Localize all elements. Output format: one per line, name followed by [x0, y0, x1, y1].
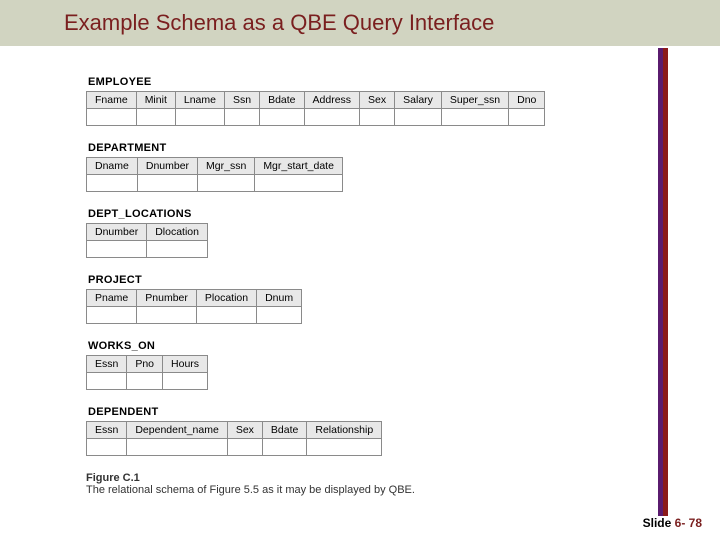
- figure-caption: The relational schema of Figure 5.5 as i…: [86, 484, 660, 496]
- schema-column-header: Lname: [175, 92, 224, 109]
- schema-empty-cell: [87, 175, 138, 192]
- schema-empty-cell: [196, 307, 256, 324]
- schema-empty-cell: [441, 109, 508, 126]
- schema-column-header: Essn: [87, 422, 127, 439]
- slide-title-bar: Example Schema as a QBE Query Interface: [0, 0, 720, 48]
- schema-table-skeleton: EssnDependent_nameSexBdateRelationship: [86, 421, 382, 456]
- schema-empty-cell: [307, 439, 382, 456]
- schema-column-header: Dnum: [257, 290, 302, 307]
- schema-column-header: Hours: [163, 356, 208, 373]
- schema-empty-cell: [257, 307, 302, 324]
- schema-empty-cell: [127, 373, 163, 390]
- schema-table-skeleton: EssnPnoHours: [86, 355, 208, 390]
- schema-empty-cell: [198, 175, 255, 192]
- schema-table-skeleton: DnumberDlocation: [86, 223, 208, 258]
- schema-empty-cell: [262, 439, 306, 456]
- schema-column-header: Dno: [509, 92, 545, 109]
- schema-column-header: Dnumber: [137, 158, 197, 175]
- slide-footer: Slide 6- 78: [643, 516, 702, 530]
- schema-column-header: Sex: [227, 422, 262, 439]
- schema-empty-cell: [255, 175, 343, 192]
- schema-table-name: PROJECT: [88, 274, 660, 286]
- schema-table: PROJECT PnamePnumberPlocationDnum: [86, 274, 660, 324]
- schema-empty-cell: [175, 109, 224, 126]
- schema-empty-cell: [395, 109, 442, 126]
- schema-table-skeleton: FnameMinitLnameSsnBdateAddressSexSalaryS…: [86, 91, 545, 126]
- schema-table-skeleton: DnameDnumberMgr_ssnMgr_start_date: [86, 157, 343, 192]
- schema-column-header: Minit: [136, 92, 175, 109]
- schema-table: DEPT_LOCATIONS DnumberDlocation: [86, 208, 660, 258]
- schema-empty-cell: [87, 241, 147, 258]
- schema-empty-cell: [127, 439, 227, 456]
- schema-empty-cell: [260, 109, 304, 126]
- schema-column-header: Dname: [87, 158, 138, 175]
- schema-column-header: Address: [304, 92, 360, 109]
- schema-table-name: DEPENDENT: [88, 406, 660, 418]
- schema-empty-cell: [87, 307, 137, 324]
- slide-title: Example Schema as a QBE Query Interface: [64, 10, 494, 35]
- schema-column-header: Pnumber: [137, 290, 197, 307]
- schema-tables: EMPLOYEEFnameMinitLnameSsnBdateAddressSe…: [86, 76, 660, 456]
- schema-empty-cell: [224, 109, 259, 126]
- schema-column-header: Bdate: [260, 92, 304, 109]
- schema-column-header: Dnumber: [87, 224, 147, 241]
- schema-empty-cell: [509, 109, 545, 126]
- footer-page-number: 6- 78: [675, 516, 702, 530]
- schema-column-header: Dependent_name: [127, 422, 227, 439]
- schema-empty-cell: [87, 439, 127, 456]
- side-stripe: [658, 48, 668, 516]
- schema-table: WORKS_ON EssnPnoHours: [86, 340, 660, 390]
- schema-empty-cell: [360, 109, 395, 126]
- schema-column-header: Mgr_start_date: [255, 158, 343, 175]
- schema-column-header: Ssn: [224, 92, 259, 109]
- schema-table-name: WORKS_ON: [88, 340, 660, 352]
- schema-table: DEPARTMENT DnameDnumberMgr_ssnMgr_start_d…: [86, 142, 660, 192]
- schema-column-header: Pno: [127, 356, 163, 373]
- figure-label: Figure C.1: [86, 472, 660, 484]
- schema-table: EMPLOYEE FnameMinitLnameSsnBdateAddressSe…: [86, 76, 660, 126]
- schema-empty-cell: [137, 175, 197, 192]
- schema-empty-cell: [137, 307, 197, 324]
- schema-table-name: DEPARTMENT: [88, 142, 660, 154]
- schema-table-name: EMPLOYEE: [88, 76, 660, 88]
- schema-empty-cell: [227, 439, 262, 456]
- schema-column-header: Fname: [87, 92, 137, 109]
- figure-caption-block: Figure C.1 The relational schema of Figu…: [86, 472, 660, 496]
- schema-table-skeleton: PnamePnumberPlocationDnum: [86, 289, 302, 324]
- schema-column-header: Dlocation: [147, 224, 208, 241]
- schema-column-header: Plocation: [196, 290, 256, 307]
- schema-empty-cell: [163, 373, 208, 390]
- footer-slide-word: Slide: [643, 516, 675, 530]
- schema-table-name: DEPT_LOCATIONS: [88, 208, 660, 220]
- schema-column-header: Sex: [360, 92, 395, 109]
- slide-content: EMPLOYEEFnameMinitLnameSsnBdateAddressSe…: [0, 48, 720, 516]
- schema-column-header: Bdate: [262, 422, 306, 439]
- schema-empty-cell: [136, 109, 175, 126]
- schema-column-header: Mgr_ssn: [198, 158, 255, 175]
- schema-column-header: Salary: [395, 92, 442, 109]
- schema-empty-cell: [87, 109, 137, 126]
- schema-column-header: Pname: [87, 290, 137, 307]
- schema-empty-cell: [87, 373, 127, 390]
- schema-empty-cell: [147, 241, 208, 258]
- schema-table: DEPENDENT EssnDependent_nameSexBdateRelat…: [86, 406, 660, 456]
- schema-column-header: Essn: [87, 356, 127, 373]
- schema-empty-cell: [304, 109, 360, 126]
- schema-column-header: Relationship: [307, 422, 382, 439]
- schema-column-header: Super_ssn: [441, 92, 508, 109]
